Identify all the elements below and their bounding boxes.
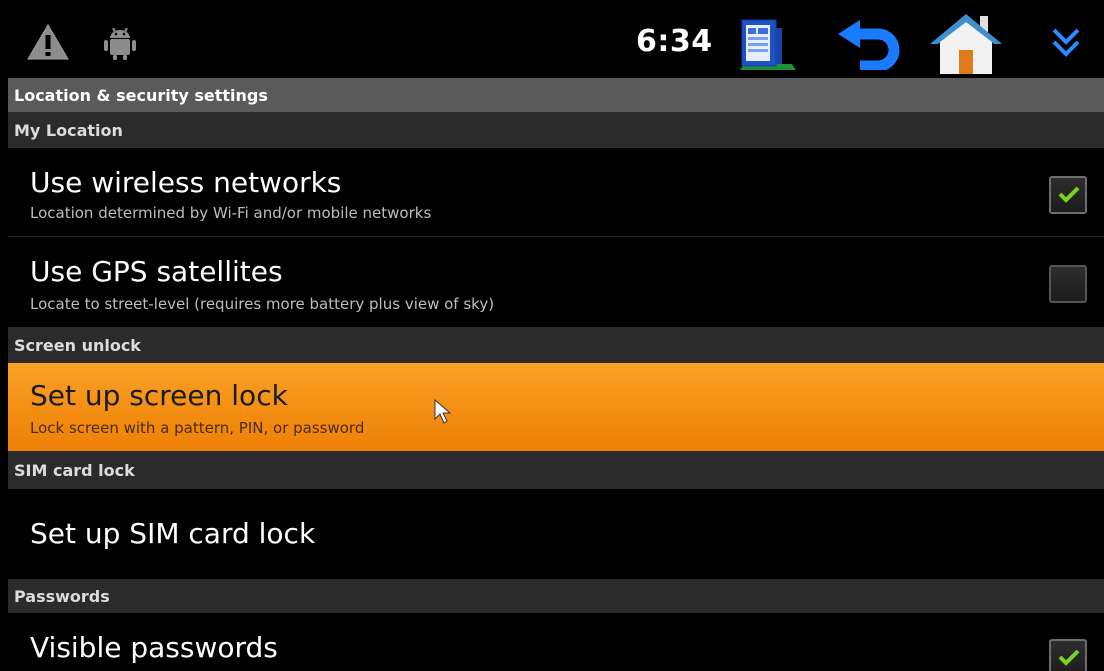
back-arrow-icon[interactable] (836, 20, 902, 70)
section-header-label: Screen unlock (14, 335, 141, 355)
home-icon[interactable] (928, 10, 1004, 76)
setting-title: Set up SIM card lock (30, 517, 316, 550)
status-bar: 6:34 (8, 6, 1104, 78)
section-header-label: My Location (14, 120, 123, 140)
android-debug-icon[interactable] (100, 22, 140, 62)
section-header-my-location: My Location (8, 112, 1104, 148)
settings-screen: 6:34 Location & security settings My Loc… (8, 6, 1104, 671)
check-icon (1058, 649, 1080, 666)
clock: 6:34 (636, 24, 713, 59)
section-header-label: SIM card lock (14, 460, 135, 480)
check-icon (1058, 186, 1080, 203)
wireless-checkbox[interactable] (1049, 176, 1087, 214)
setting-summary: Lock screen with a pattern, PIN, or pass… (30, 419, 365, 437)
setting-title: Visible passwords (30, 631, 278, 664)
setting-summary: Locate to street-level (requires more ba… (30, 295, 495, 313)
setting-title: Set up screen lock (30, 379, 288, 412)
warning-icon[interactable] (26, 22, 70, 62)
mouse-cursor-icon (434, 399, 452, 424)
visible-passwords-checkbox[interactable] (1049, 639, 1087, 671)
setting-summary: Location determined by Wi-Fi and/or mobi… (30, 204, 432, 222)
section-header-label: Passwords (14, 586, 110, 606)
setting-use-gps-satellites[interactable]: Use GPS satellites Locate to street-leve… (8, 237, 1104, 327)
setting-title: Use GPS satellites (30, 255, 283, 288)
notes-icon[interactable] (736, 16, 798, 72)
setting-set-up-sim-card-lock[interactable]: Set up SIM card lock (8, 489, 1104, 579)
section-header-sim-card-lock: SIM card lock (8, 451, 1104, 489)
section-header-passwords: Passwords (8, 579, 1104, 613)
chevron-down-icon[interactable] (1048, 24, 1084, 60)
setting-title: Use wireless networks (30, 166, 342, 199)
screen-title-text: Location & security settings (14, 85, 268, 105)
setting-visible-passwords[interactable]: Visible passwords (8, 613, 1104, 671)
setting-use-wireless-networks[interactable]: Use wireless networks Location determine… (8, 148, 1104, 236)
setting-set-up-screen-lock[interactable]: Set up screen lock Lock screen with a pa… (8, 363, 1104, 451)
screen-title: Location & security settings (8, 78, 1104, 112)
gps-checkbox[interactable] (1049, 265, 1087, 303)
section-header-screen-unlock: Screen unlock (8, 327, 1104, 363)
